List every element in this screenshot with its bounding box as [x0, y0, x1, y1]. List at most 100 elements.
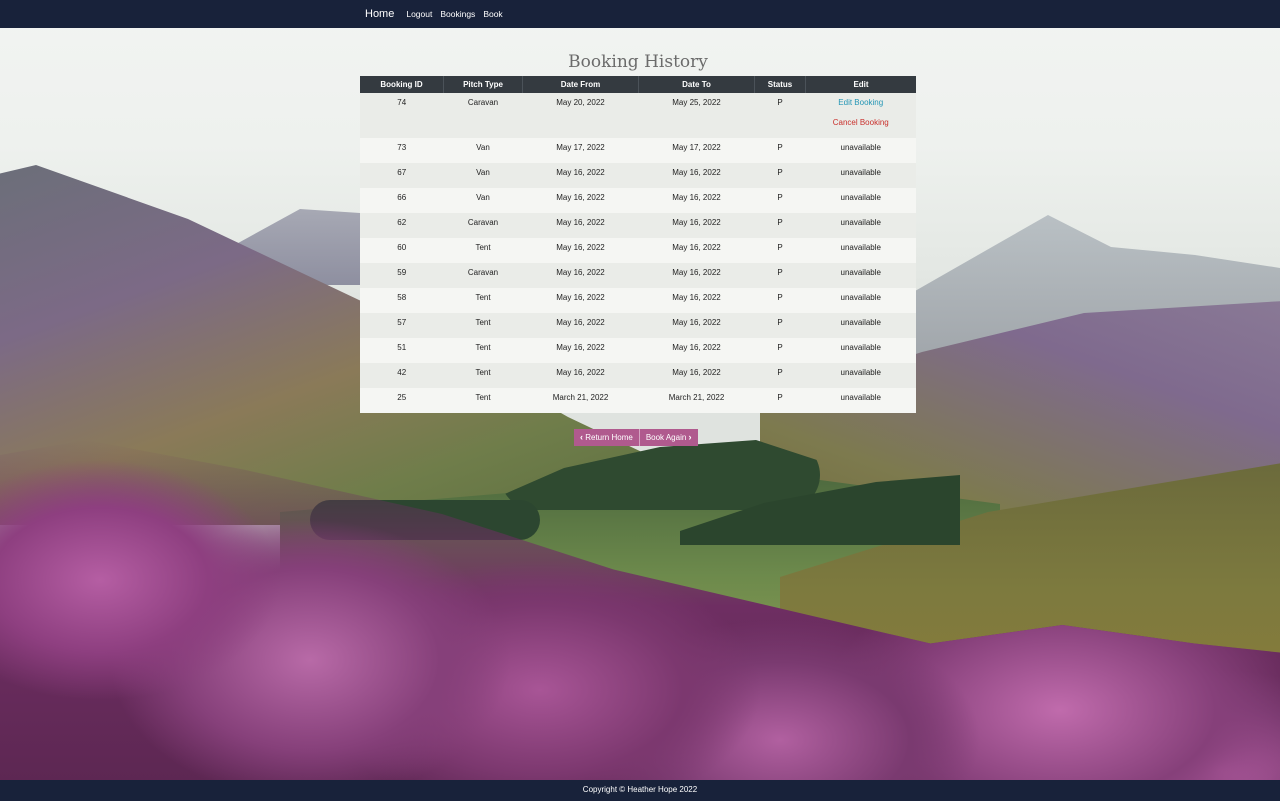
header-date-to: Date To — [638, 76, 755, 93]
table-row: 66 Van May 16, 2022 May 16, 2022 P unava… — [360, 188, 916, 213]
cell-status: P — [754, 238, 806, 263]
table-row: 60 Tent May 16, 2022 May 16, 2022 P unav… — [360, 238, 916, 263]
cell-edit-unavailable: unavailable — [805, 338, 916, 363]
cell-booking-id: 25 — [360, 388, 444, 413]
cell-date-to: March 21, 2022 — [638, 388, 755, 413]
navbar: Home Logout Bookings Book — [0, 0, 1280, 28]
page-title: Booking History — [568, 52, 708, 72]
cell-pitch-type: Van — [443, 163, 523, 188]
cell-status: P — [754, 288, 806, 313]
header-date-from: Date From — [522, 76, 639, 93]
cell-booking-id: 74 — [360, 93, 444, 138]
cell-status: P — [754, 338, 806, 363]
table-row: 73 Van May 17, 2022 May 17, 2022 P unava… — [360, 138, 916, 163]
cell-date-from: May 16, 2022 — [522, 263, 639, 288]
cell-date-to: May 16, 2022 — [638, 188, 755, 213]
header-booking-id: Booking ID — [360, 76, 444, 93]
cell-pitch-type: Tent — [443, 338, 523, 363]
cell-edit-unavailable: unavailable — [805, 213, 916, 238]
cell-date-from: May 16, 2022 — [522, 313, 639, 338]
cell-booking-id: 59 — [360, 263, 444, 288]
book-again-label: Book Again — [645, 433, 687, 442]
cell-date-from: May 20, 2022 — [522, 93, 639, 138]
cell-pitch-type: Van — [443, 188, 523, 213]
cancel-booking-link[interactable]: Cancel Booking — [806, 116, 917, 130]
table-row: 62 Caravan May 16, 2022 May 16, 2022 P u… — [360, 213, 916, 238]
nav-bookings-link[interactable]: Bookings — [440, 9, 475, 19]
cell-edit-unavailable: unavailable — [805, 363, 916, 388]
return-home-button[interactable]: ‹ Return Home — [574, 429, 640, 446]
cell-edit-unavailable: unavailable — [805, 238, 916, 263]
action-buttons: ‹ Return Home Book Again › — [574, 429, 698, 446]
cell-status: P — [754, 188, 806, 213]
nav-book-link[interactable]: Book — [483, 9, 502, 19]
cell-booking-id: 60 — [360, 238, 444, 263]
edit-booking-link[interactable]: Edit Booking — [806, 96, 917, 110]
cell-status: P — [754, 213, 806, 238]
table-row: 74 Caravan May 20, 2022 May 25, 2022 P E… — [360, 93, 916, 138]
cell-date-from: May 16, 2022 — [522, 188, 639, 213]
cell-date-to: May 16, 2022 — [638, 338, 755, 363]
cell-edit-unavailable: unavailable — [805, 138, 916, 163]
cell-booking-id: 51 — [360, 338, 444, 363]
cell-status: P — [754, 263, 806, 288]
cell-date-from: March 21, 2022 — [522, 388, 639, 413]
copyright-text: Copyright © Heather Hope 2022 — [582, 785, 698, 794]
cell-edit-unavailable: unavailable — [805, 263, 916, 288]
nav-links: Home Logout Bookings Book — [365, 0, 511, 28]
cell-date-to: May 16, 2022 — [638, 288, 755, 313]
table-row: 67 Van May 16, 2022 May 16, 2022 P unava… — [360, 163, 916, 188]
book-again-button[interactable]: Book Again › — [639, 429, 698, 446]
return-home-label: Return Home — [585, 433, 633, 442]
chevron-left-icon: ‹ — [580, 432, 583, 442]
cell-pitch-type: Tent — [443, 288, 523, 313]
cell-edit-unavailable: unavailable — [805, 313, 916, 338]
table-row: 25 Tent March 21, 2022 March 21, 2022 P … — [360, 388, 916, 413]
cell-booking-id: 67 — [360, 163, 444, 188]
cell-booking-id: 57 — [360, 313, 444, 338]
cell-edit-unavailable: unavailable — [805, 188, 916, 213]
cell-edit: Edit Booking Cancel Booking — [805, 93, 917, 138]
cell-date-to: May 16, 2022 — [638, 263, 755, 288]
cell-booking-id: 62 — [360, 213, 444, 238]
cell-status: P — [754, 363, 806, 388]
table-body: 74 Caravan May 20, 2022 May 25, 2022 P E… — [360, 93, 916, 413]
booking-history-table: Booking ID Pitch Type Date From Date To … — [360, 76, 916, 413]
cell-booking-id: 73 — [360, 138, 444, 163]
cell-booking-id: 58 — [360, 288, 444, 313]
cell-date-from: May 16, 2022 — [522, 338, 639, 363]
cell-pitch-type: Caravan — [443, 263, 523, 288]
cell-status: P — [754, 138, 806, 163]
main-content: Booking History Booking ID Pitch Type Da… — [360, 50, 916, 413]
cell-pitch-type: Tent — [443, 313, 523, 338]
cell-date-to: May 16, 2022 — [638, 213, 755, 238]
cell-date-to: May 17, 2022 — [638, 138, 755, 163]
cell-date-to: May 16, 2022 — [638, 363, 755, 388]
cell-pitch-type: Tent — [443, 238, 523, 263]
cell-pitch-type: Tent — [443, 363, 523, 388]
cell-edit-unavailable: unavailable — [805, 288, 916, 313]
cell-edit-unavailable: unavailable — [805, 163, 916, 188]
cell-date-to: May 25, 2022 — [638, 93, 755, 138]
cell-pitch-type: Caravan — [443, 93, 523, 138]
cell-date-from: May 16, 2022 — [522, 238, 639, 263]
cell-date-from: May 16, 2022 — [522, 363, 639, 388]
cell-pitch-type: Tent — [443, 388, 523, 413]
cell-date-to: May 16, 2022 — [638, 238, 755, 263]
nav-home-link[interactable]: Home — [365, 8, 394, 20]
nav-logout-link[interactable]: Logout — [406, 9, 432, 19]
table-row: 59 Caravan May 16, 2022 May 16, 2022 P u… — [360, 263, 916, 288]
header-pitch-type: Pitch Type — [443, 76, 523, 93]
cell-date-from: May 16, 2022 — [522, 163, 639, 188]
cell-edit-unavailable: unavailable — [805, 388, 916, 413]
cell-date-to: May 16, 2022 — [638, 313, 755, 338]
header-status: Status — [754, 76, 806, 93]
chevron-right-icon: › — [688, 432, 692, 442]
cell-date-from: May 17, 2022 — [522, 138, 639, 163]
cell-status: P — [754, 313, 806, 338]
cell-status: P — [754, 163, 806, 188]
cell-status: P — [754, 388, 806, 413]
table-row: 42 Tent May 16, 2022 May 16, 2022 P unav… — [360, 363, 916, 388]
table-row: 57 Tent May 16, 2022 May 16, 2022 P unav… — [360, 313, 916, 338]
cell-pitch-type: Caravan — [443, 213, 523, 238]
